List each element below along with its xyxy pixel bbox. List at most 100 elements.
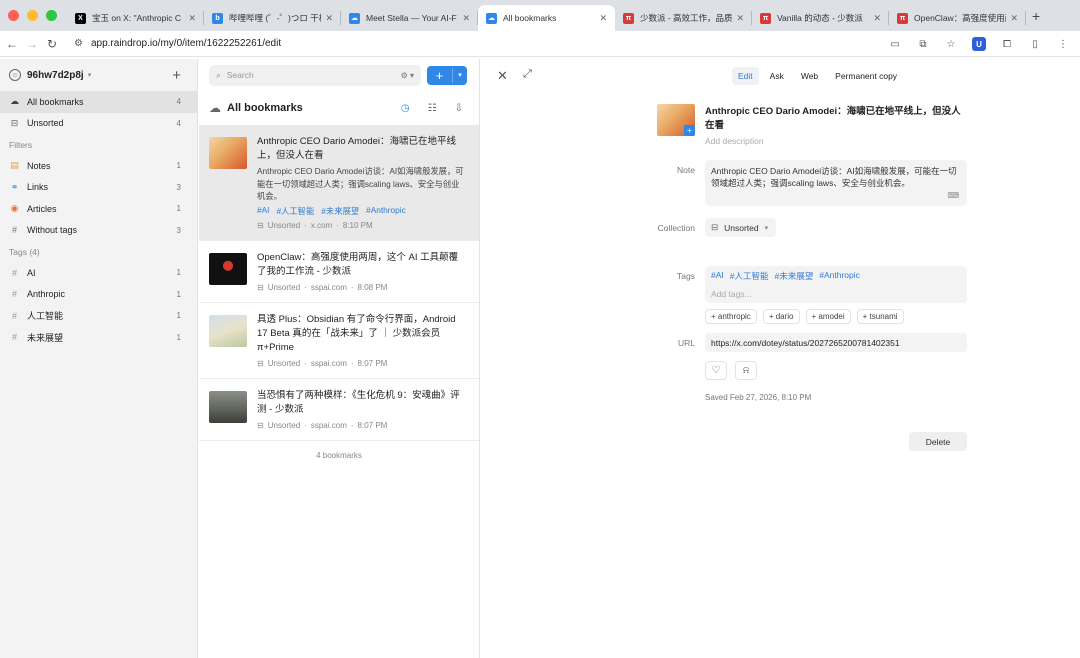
- tab-ask[interactable]: Ask: [764, 67, 790, 85]
- bookmark-domain: sspai.com: [310, 420, 347, 430]
- bookmark-list-item[interactable]: 具透 Plus：Obsidian 有了命令行界面，Android 17 Beta…: [199, 303, 479, 379]
- cast-icon[interactable]: ⧉: [916, 37, 930, 51]
- browser-menu-icon[interactable]: ⋮: [1056, 37, 1070, 51]
- inbox-icon: ⊟: [10, 117, 19, 128]
- suggested-tag-button[interactable]: + tsunami: [856, 309, 904, 324]
- bell-icon: ⍾: [742, 365, 750, 376]
- close-window-button[interactable]: [8, 10, 19, 21]
- bookmark-thumbnail: [209, 314, 247, 347]
- sidebar-item-tag[interactable]: # Anthropic 1: [0, 284, 197, 306]
- bookmark-list-item[interactable]: OpenClaw：高强度使用两周，这个 AI 工具颠覆了我的工作流 - 少数派 ⊟…: [199, 241, 479, 303]
- sidebar-item-collection[interactable]: ⊟ Unsorted 4: [0, 113, 197, 135]
- tag-chip[interactable]: #AI: [711, 270, 724, 282]
- select-mode-icon[interactable]: ⇩: [455, 103, 463, 114]
- sidebar-item-tag[interactable]: # 未来展望 1: [0, 327, 197, 349]
- tag-chip[interactable]: #Anthropic: [819, 270, 860, 282]
- tab-close-icon[interactable]: ✕: [188, 13, 196, 24]
- keyboard-icon[interactable]: ⌨: [947, 190, 959, 202]
- tab-close-icon[interactable]: ✕: [599, 13, 607, 24]
- suggested-tag-button[interactable]: + anthropic: [705, 309, 757, 324]
- chevron-down-icon[interactable]: ▾: [453, 71, 467, 79]
- suggested-tag-button[interactable]: + dario: [762, 309, 800, 324]
- new-tab-button[interactable]: +: [1026, 8, 1040, 24]
- tags-heading[interactable]: Tags (4): [0, 241, 197, 262]
- forward-button[interactable]: →: [22, 37, 42, 51]
- sidebar-item-tag[interactable]: # AI 1: [0, 262, 197, 284]
- tab-close-icon[interactable]: ✕: [462, 13, 470, 24]
- bookmark-tag[interactable]: #AI: [257, 205, 269, 217]
- bookmark-domain: sspai.com: [310, 282, 347, 292]
- browser-tab[interactable]: ☁ All bookmarks ✕: [478, 5, 615, 31]
- browser-tab[interactable]: ☁ Meet Stella — Your AI-F ✕: [341, 5, 478, 31]
- view-mode-icon[interactable]: ☷: [428, 103, 437, 114]
- sidebar-item-filter[interactable]: # Without tags 3: [0, 220, 197, 242]
- bookmark-tag[interactable]: #Anthropic: [366, 205, 406, 217]
- account-switcher[interactable]: ☺ 96hw7d2p8j ▾ +: [0, 59, 197, 91]
- tab-favicon-icon: π: [623, 12, 634, 24]
- browser-tab[interactable]: π 少数派 - 高效工作，品质 ✕: [615, 5, 752, 31]
- reload-button[interactable]: ↻: [42, 37, 62, 51]
- bookmark-time: 8:10 PM: [342, 220, 373, 230]
- bookmark-tags: #AI #人工智能 #未来展望 #Anthropic: [257, 205, 467, 217]
- password-manager-icon[interactable]: U: [972, 37, 986, 51]
- clipboard-icon[interactable]: ▭: [888, 37, 902, 51]
- close-icon[interactable]: ✕: [497, 68, 508, 84]
- delete-button[interactable]: Delete: [909, 432, 967, 451]
- browser-tab[interactable]: π OpenClaw：高强度使用两 ✕: [889, 5, 1026, 31]
- sidebar-item-collection[interactable]: ☁ All bookmarks 4: [0, 91, 197, 113]
- back-button[interactable]: ←: [2, 37, 22, 51]
- reminder-button[interactable]: ⍾: [735, 361, 757, 380]
- cover-edit-icon[interactable]: +: [684, 125, 695, 136]
- bookmark-cover-image[interactable]: +: [657, 104, 695, 136]
- add-tags-input[interactable]: Add tags...: [711, 289, 961, 299]
- tag-chip[interactable]: #未来展望: [775, 270, 814, 282]
- tab-permanent-copy[interactable]: Permanent copy: [829, 67, 903, 85]
- collection-select[interactable]: ⊟ Unsorted ▾: [705, 218, 777, 237]
- plus-icon: +: [427, 67, 453, 83]
- bookmark-meta: ⊟ Unsorted · sspai.com · 8:08 PM: [257, 282, 388, 292]
- bookmark-tag[interactable]: #未来展望: [321, 205, 359, 217]
- tags-field[interactable]: #AI #人工智能 #未来展望 #Anthropic Add tags...: [705, 266, 967, 303]
- search-input[interactable]: ⌕ Search ⚙ ▾: [209, 64, 421, 86]
- tab-title: Meet Stella — Your AI-F: [366, 13, 457, 23]
- bookmark-title-field[interactable]: Anthropic CEO Dario Amodei：海啸已在地平线上，但没人在…: [705, 105, 967, 133]
- sort-by-date-icon[interactable]: ◷: [401, 103, 410, 114]
- site-info-icon[interactable]: ⚙: [74, 38, 83, 49]
- tab-close-icon[interactable]: ✕: [873, 13, 881, 24]
- search-options-icon[interactable]: ⚙ ▾: [401, 71, 414, 80]
- tab-web[interactable]: Web: [795, 67, 824, 85]
- browser-tab[interactable]: b 哔哩哔哩 (゜-゜)つロ 干杯 ✕: [204, 5, 341, 31]
- minimize-window-button[interactable]: [27, 10, 38, 21]
- bookmark-list-item[interactable]: 当恐惧有了两种模样：《生化危机 9：安魂曲》评测 - 少数派 ⊟ Unsorted ·…: [199, 379, 479, 441]
- url-input[interactable]: https://x.com/dotey/status/2027265200781…: [705, 333, 967, 352]
- avatar: ☺: [9, 69, 21, 81]
- bookmark-list-item[interactable]: Anthropic CEO Dario Amodei：海啸已在地平线上，但没人在…: [199, 125, 479, 241]
- tag-chip[interactable]: #人工智能: [730, 270, 769, 282]
- sidebar-toggle-icon[interactable]: ▯: [1028, 37, 1042, 51]
- tab-close-icon[interactable]: ✕: [325, 13, 333, 24]
- tab-close-icon[interactable]: ✕: [1010, 13, 1018, 24]
- sidebar-item-label: 未来展望: [27, 332, 64, 343]
- sidebar-item-filter[interactable]: ◉ Articles 1: [0, 198, 197, 220]
- description-field[interactable]: Add description: [705, 136, 764, 146]
- zoom-window-button[interactable]: [46, 10, 57, 21]
- tab-favicon-icon: X: [75, 12, 86, 24]
- tab-close-icon[interactable]: ✕: [736, 13, 744, 24]
- sidebar-item-filter[interactable]: ⚭ Links 3: [0, 177, 197, 199]
- bookmark-time: 8:08 PM: [357, 282, 388, 292]
- browser-tab[interactable]: X 宝玉 on X: "Anthropic C ✕: [67, 5, 204, 31]
- browser-tab[interactable]: π Vanilla 的动态 - 少数派 ✕: [752, 5, 889, 31]
- url-field[interactable]: ⚙ app.raindrop.io/my/0/item/1622252261/e…: [74, 38, 281, 49]
- favorite-button[interactable]: ♡: [705, 361, 727, 380]
- bookmark-tag[interactable]: #人工智能: [276, 205, 314, 217]
- bookmark-star-icon[interactable]: ☆: [944, 37, 958, 51]
- add-collection-button[interactable]: +: [172, 67, 181, 84]
- suggested-tag-button[interactable]: + amodei: [805, 309, 851, 324]
- sidebar-item-filter[interactable]: ▤ Notes 1: [0, 155, 197, 177]
- add-bookmark-button[interactable]: + ▾: [427, 65, 467, 85]
- note-field[interactable]: Anthropic CEO Dario Amodei访谈：AI如海啸般发展，可能…: [705, 160, 967, 206]
- extensions-icon[interactable]: ⧠: [1000, 37, 1014, 51]
- expand-icon[interactable]: ⤢: [523, 68, 532, 81]
- sidebar-item-tag[interactable]: # 人工智能 1: [0, 305, 197, 327]
- tab-edit[interactable]: Edit: [732, 67, 759, 85]
